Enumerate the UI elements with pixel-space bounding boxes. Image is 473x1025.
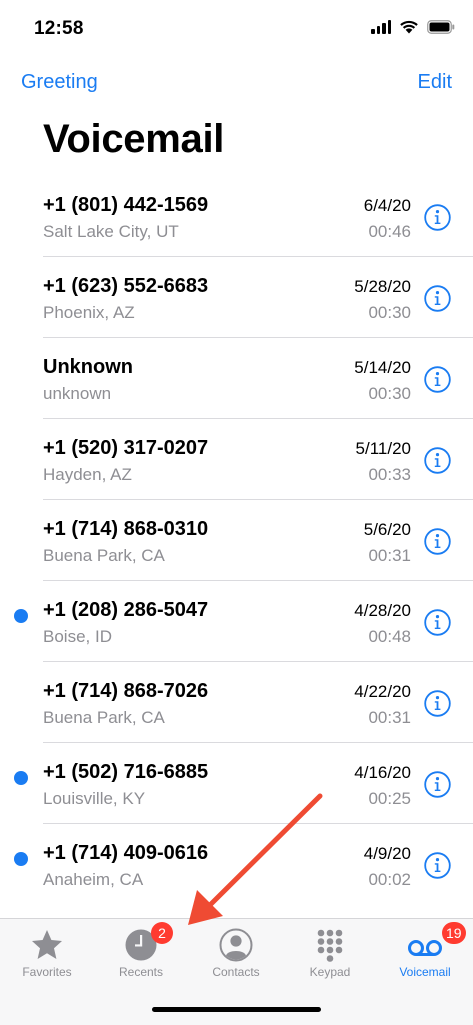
voicemail-list: +1 (801) 442-1569 Salt Lake City, UT 6/4… [0, 176, 473, 905]
caller-location: unknown [43, 384, 112, 403]
info-icon[interactable] [424, 528, 451, 555]
keypad-icon [317, 929, 343, 962]
edit-button[interactable]: Edit [418, 71, 452, 94]
voicemail-duration: 00:31 [368, 708, 411, 727]
caller-name: +1 (208) 286-5047 [43, 599, 209, 621]
page-title: Voicemail [43, 117, 225, 161]
recents-badge: 2 [151, 922, 173, 944]
tab-favorites[interactable]: Favorites [0, 919, 94, 989]
caller-location: Buena Park, CA [43, 546, 165, 565]
voicemail-date: 4/16/20 [354, 763, 411, 782]
caller-name: +1 (714) 868-0310 [43, 518, 209, 540]
voicemail-badge: 19 [442, 922, 466, 944]
caller-name: +1 (623) 552-6683 [43, 275, 209, 297]
caller-location: Louisville, KY [43, 789, 146, 808]
voicemail-duration: 00:48 [368, 627, 411, 646]
info-icon[interactable] [424, 690, 451, 717]
info-icon[interactable] [424, 609, 451, 636]
caller-name: +1 (801) 442-1569 [43, 194, 209, 216]
voicemail-date: 4/22/20 [354, 682, 411, 701]
info-icon[interactable] [424, 366, 451, 393]
tab-label: Voicemail [399, 965, 451, 979]
info-icon[interactable] [424, 204, 451, 231]
voicemail-row[interactable]: +1 (623) 552-6683 Phoenix, AZ 5/28/20 00… [0, 257, 473, 338]
voicemail-date: 4/28/20 [354, 601, 411, 620]
info-icon[interactable] [424, 447, 451, 474]
voicemail-date: 5/11/20 [355, 439, 411, 458]
voicemail-duration: 00:31 [368, 546, 411, 565]
voicemail-duration: 00:30 [368, 303, 411, 322]
unread-dot [14, 771, 28, 785]
caller-name: +1 (502) 716-6885 [43, 761, 209, 783]
voicemail-row[interactable]: +1 (520) 317-0207 Hayden, AZ 5/11/20 00:… [0, 419, 473, 500]
caller-name: +1 (714) 409-0616 [43, 842, 209, 864]
caller-location: Buena Park, CA [43, 708, 165, 727]
tab-voicemail[interactable]: 19 Voicemail [378, 919, 472, 989]
voicemail-row[interactable]: +1 (208) 286-5047 Boise, ID 4/28/20 00:4… [0, 581, 473, 662]
caller-name: +1 (520) 317-0207 [43, 437, 209, 459]
tab-label: Keypad [309, 965, 351, 979]
home-indicator [152, 1007, 321, 1012]
caller-name: Unknown [43, 356, 133, 378]
voicemail-duration: 00:33 [368, 465, 411, 484]
voicemail-row[interactable]: +1 (714) 868-0310 Buena Park, CA 5/6/20 … [0, 500, 473, 581]
signal-icon [371, 19, 391, 34]
voicemail-date: 6/4/20 [363, 196, 411, 215]
unread-dot [14, 852, 28, 866]
voicemail-duration: 00:02 [368, 870, 411, 889]
tab-recents[interactable]: 2 Recents [94, 919, 188, 989]
voicemail-duration: 00:30 [368, 384, 411, 403]
voicemail-date: 5/28/20 [354, 277, 411, 296]
info-icon[interactable] [424, 852, 451, 879]
status-time: 12:58 [34, 18, 84, 39]
info-icon[interactable] [424, 285, 451, 312]
tab-label: Contacts [212, 965, 260, 979]
status-bar: 12:58 [0, 0, 473, 58]
voicemail-row[interactable]: +1 (502) 716-6885 Louisville, KY 4/16/20… [0, 743, 473, 824]
star-icon [32, 930, 62, 959]
caller-location: Salt Lake City, UT [43, 222, 179, 241]
tab-contacts[interactable]: Contacts [189, 919, 283, 989]
voicemail-date: 5/14/20 [354, 358, 411, 377]
status-icons [371, 19, 455, 34]
caller-location: Boise, ID [43, 627, 112, 646]
unread-dot [14, 609, 28, 623]
tab-label: Recents [118, 965, 164, 979]
greeting-button[interactable]: Greeting [21, 71, 98, 94]
voicemail-duration: 00:46 [368, 222, 411, 241]
voicemail-row[interactable]: +1 (714) 409-0616 Anaheim, CA 4/9/20 00:… [0, 824, 473, 905]
voicemail-duration: 00:25 [368, 789, 411, 808]
voicemail-row[interactable]: Unknown unknown 5/14/20 00:30 [0, 338, 473, 419]
caller-location: Hayden, AZ [43, 465, 132, 484]
voicemail-row[interactable]: +1 (714) 868-7026 Buena Park, CA 4/22/20… [0, 662, 473, 743]
voicemail-row[interactable]: +1 (801) 442-1569 Salt Lake City, UT 6/4… [0, 176, 473, 257]
caller-location: Phoenix, AZ [43, 303, 135, 322]
tab-label: Favorites [22, 965, 72, 979]
battery-icon [427, 19, 455, 34]
voicemail-date: 5/6/20 [363, 520, 411, 539]
caller-name: +1 (714) 868-7026 [43, 680, 209, 702]
caller-location: Anaheim, CA [43, 870, 144, 889]
wifi-icon [400, 20, 418, 34]
person-icon [219, 928, 253, 962]
tab-keypad[interactable]: Keypad [283, 919, 377, 989]
info-icon[interactable] [424, 771, 451, 798]
voicemail-date: 4/9/20 [363, 844, 411, 863]
